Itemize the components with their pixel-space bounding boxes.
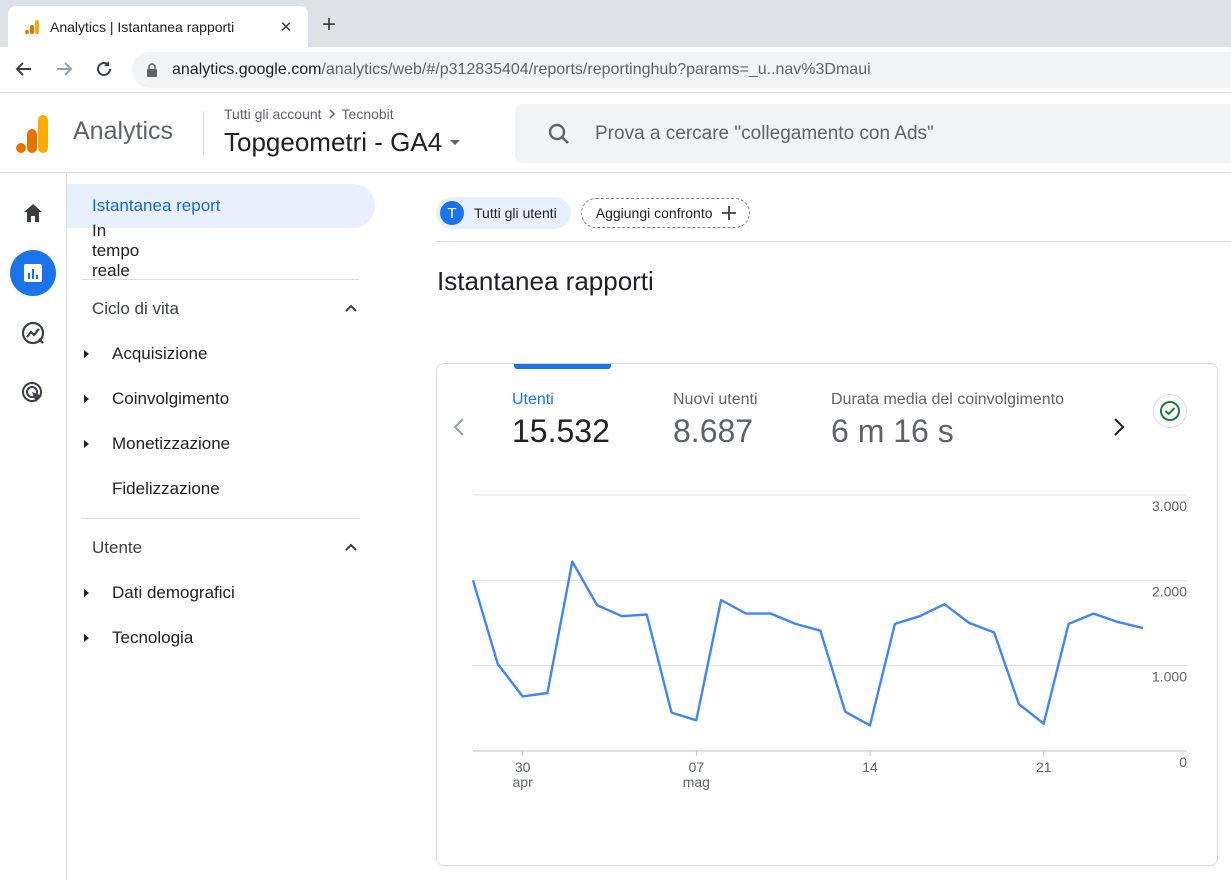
nav-label: Monetizzazione: [112, 434, 231, 453]
nav-item-engagement[interactable]: Coinvolgimento: [67, 377, 359, 421]
series-line-users: [471, 560, 1144, 727]
browser-tab[interactable]: Analytics | Istantanea rapporti ✕: [8, 6, 308, 47]
expand-arrow-icon: [84, 350, 89, 358]
x-tick-label: 14: [862, 759, 878, 775]
x-tick-month-label: mag: [683, 774, 710, 790]
segment-avatar: T: [440, 201, 464, 225]
section-label: Utente: [92, 538, 143, 557]
browser-tabstrip: Analytics | Istantanea rapporti ✕ +: [0, 0, 1231, 47]
metric-tab-new-users[interactable]: Nuovi utenti 8.687: [673, 391, 758, 450]
left-rail: [0, 174, 67, 880]
nav-item-monetization[interactable]: Monetizzazione: [67, 422, 359, 466]
plus-icon: [721, 206, 736, 220]
add-comparison-button[interactable]: Aggiungi confronto: [580, 198, 750, 228]
chevron-right-icon: [329, 109, 335, 119]
metric-tab-engagement-time[interactable]: Durata media del coinvolgimento 6 m 16 s: [831, 391, 1064, 450]
search-input[interactable]: Prova a cercare "collegamento con Ads": [515, 104, 1231, 163]
reports-icon[interactable]: [10, 250, 56, 296]
search-placeholder: Prova a cercare "collegamento con Ads": [595, 122, 934, 144]
nav-divider: [82, 518, 359, 519]
analytics-logo-icon[interactable]: [16, 115, 50, 153]
x-tick-month-label: apr: [513, 774, 534, 790]
analytics-favicon-icon: [25, 19, 39, 34]
metric-label: Utenti: [512, 391, 554, 408]
dropdown-caret-icon: [450, 140, 461, 145]
y-tick-label: 2.000: [1152, 583, 1187, 599]
nav-item-retention[interactable]: Fidelizzazione: [67, 467, 359, 511]
chevron-up-icon: [345, 543, 357, 551]
property-name: Topgeometri - GA4: [224, 127, 443, 157]
lock-icon: [147, 63, 157, 77]
nav-item-demographics[interactable]: Dati demografici: [67, 571, 359, 615]
expand-arrow-icon: [84, 634, 89, 642]
breadcrumb-account[interactable]: Tutti gli account: [224, 106, 322, 122]
close-tab-icon[interactable]: ✕: [276, 18, 296, 36]
metric-label: Durata media del coinvolgimento: [831, 391, 1065, 408]
y-tick-label: 0: [1179, 754, 1187, 770]
y-tick-label: 3.000: [1152, 498, 1187, 514]
report-sidebar: Istantanea report In tempo reale Ciclo d…: [67, 174, 387, 880]
url-text: analytics.google.com/analytics/web/#/p31…: [172, 61, 871, 78]
x-tick-label: 07: [689, 759, 705, 775]
breadcrumb-sub[interactable]: Tecnobit: [342, 106, 394, 122]
new-tab-icon[interactable]: +: [322, 12, 336, 38]
nav-label: Tecnologia: [112, 628, 194, 647]
metric-value: 15.532: [512, 413, 610, 449]
chevron-left-icon[interactable]: [451, 416, 467, 438]
nav-label: Dati demografici: [112, 583, 235, 602]
expand-arrow-icon: [84, 589, 89, 597]
chevron-up-icon: [345, 304, 357, 312]
section-label: Ciclo di vita: [92, 299, 179, 318]
tab-title: Analytics | Istantanea rapporti: [50, 18, 235, 35]
forward-icon[interactable]: [52, 57, 76, 81]
nav-divider: [82, 279, 359, 280]
nav-label: In tempo reale: [92, 221, 140, 280]
nav-item-acquisition[interactable]: Acquisizione: [67, 332, 359, 376]
address-bar[interactable]: analytics.google.com/analytics/web/#/p31…: [132, 52, 1231, 88]
nav-section-user[interactable]: Utente: [67, 526, 359, 570]
header-divider: [203, 111, 204, 155]
ga-header: Analytics Tutti gli account Tecnobit Top…: [0, 93, 1231, 173]
filter-bar: T Tutti gli utenti Aggiungi confronto: [436, 197, 750, 229]
explore-icon[interactable]: [10, 310, 56, 356]
metric-value: 8.687: [673, 413, 754, 449]
nav-label: Coinvolgimento: [112, 389, 230, 408]
segment-chip[interactable]: T Tutti gli utenti: [436, 197, 571, 229]
back-icon[interactable]: [12, 57, 36, 81]
chevron-right-icon[interactable]: [1111, 416, 1127, 438]
nav-label: Fidelizzazione: [112, 479, 220, 498]
reload-icon[interactable]: [92, 57, 116, 81]
nav-label: Istantanea report: [92, 196, 221, 215]
data-quality-check-icon[interactable]: [1153, 394, 1187, 428]
x-tick-label: 21: [1036, 759, 1052, 775]
metric-label: Nuovi utenti: [673, 391, 758, 408]
app-name: Analytics: [73, 117, 174, 145]
nav-section-lifecycle[interactable]: Ciclo di vita: [67, 287, 359, 331]
add-comparison-label: Aggiungi confronto: [595, 205, 713, 221]
metric-tab-users[interactable]: Utenti 15.532: [512, 391, 610, 450]
search-icon: [548, 123, 569, 144]
breadcrumb[interactable]: Tutti gli account Tecnobit: [224, 106, 394, 122]
active-metric-indicator: [514, 364, 611, 369]
expand-arrow-icon: [84, 395, 89, 403]
browser-toolbar: analytics.google.com/analytics/web/#/p31…: [0, 47, 1231, 93]
users-line-chart: 3.000 2.000 1.000 0 30apr 07mag 14 21: [471, 494, 1187, 790]
overview-card: Utenti 15.532 Nuovi utenti 8.687 Durata …: [436, 363, 1218, 866]
property-selector[interactable]: Topgeometri - GA4: [224, 127, 461, 158]
content-divider: [436, 241, 1231, 242]
expand-arrow-icon: [84, 440, 89, 448]
y-tick-label: 1.000: [1152, 669, 1187, 685]
advertising-icon[interactable]: [10, 370, 56, 416]
page-title: Istantanea rapporti: [437, 266, 654, 296]
nav-label: Acquisizione: [112, 344, 208, 363]
segment-label: Tutti gli utenti: [474, 205, 557, 221]
home-icon[interactable]: [10, 190, 56, 236]
metric-value: 6 m 16 s: [831, 413, 954, 449]
x-tick-label: 30: [515, 759, 531, 775]
nav-item-technology[interactable]: Tecnologia: [67, 616, 359, 660]
